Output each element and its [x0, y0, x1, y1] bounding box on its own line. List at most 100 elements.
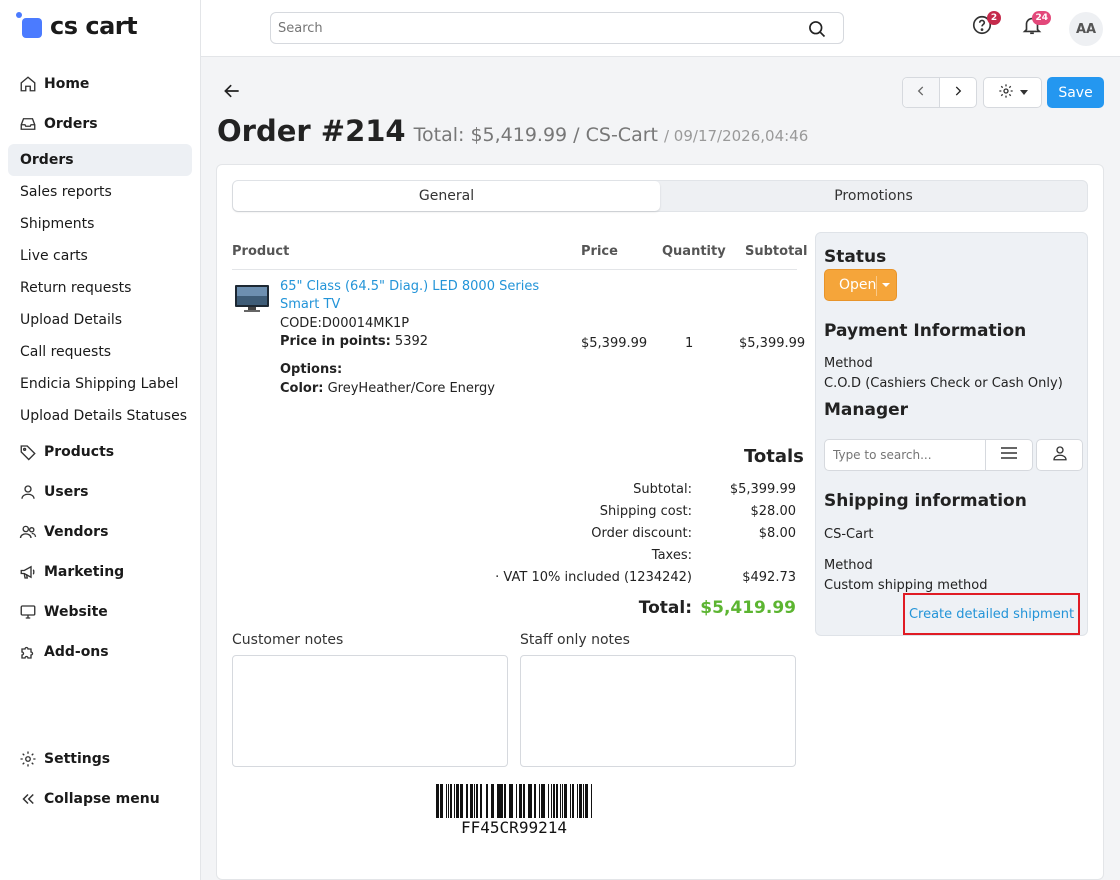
taxes-label: Taxes:	[651, 548, 692, 563]
sidebar-subitem-return-requests[interactable]: Return requests	[8, 272, 192, 304]
barcode-bar	[551, 784, 552, 818]
column-header-product: Product	[232, 244, 290, 259]
create-detailed-shipment-link[interactable]: Create detailed shipment	[903, 593, 1080, 635]
barcode-bar	[460, 784, 463, 818]
customer-notes-textarea[interactable]	[232, 655, 508, 767]
settings-dropdown-button[interactable]	[983, 77, 1042, 108]
users-icon	[18, 522, 38, 542]
barcode-bar	[466, 784, 468, 818]
barcode-bar	[516, 784, 517, 818]
payment-method-label: Method	[824, 356, 873, 371]
shipping-method-value: Custom shipping method	[824, 578, 988, 593]
product-quantity: 1	[685, 336, 694, 351]
collapse-menu-button[interactable]: Collapse menu	[8, 783, 192, 815]
sidebar-subitem-upload-details[interactable]: Upload Details	[8, 304, 192, 336]
home-icon	[18, 74, 38, 94]
sidebar-subitem-endicia-shipping-label[interactable]: Endicia Shipping Label	[8, 368, 192, 400]
user-icon	[1051, 444, 1069, 466]
sidebar-item-label: Return requests	[20, 280, 132, 296]
barcode-bar	[534, 784, 536, 818]
product-color: Color: GreyHeather/Core Energy	[280, 381, 495, 396]
barcode-bar	[450, 784, 452, 818]
barcode-bar	[585, 784, 588, 818]
inbox-icon	[18, 114, 38, 134]
column-header-quantity: Quantity	[662, 244, 726, 259]
vat-label: · VAT 10% included (1234242)	[495, 570, 692, 585]
sidebar-item-orders[interactable]: Orders	[8, 108, 192, 140]
barcode-bar	[591, 784, 592, 818]
color-value: GreyHeather/Core Energy	[327, 381, 495, 396]
bell-icon	[1021, 17, 1043, 40]
logo[interactable]: cs cart	[16, 10, 138, 42]
barcode-bar	[572, 784, 574, 818]
shipping-heading: Shipping information	[824, 491, 1027, 511]
sidebar-item-users[interactable]: Users	[8, 476, 192, 508]
tab-general[interactable]: General	[233, 181, 660, 211]
staff-notes-textarea[interactable]	[520, 655, 796, 767]
previous-order-button[interactable]	[903, 78, 940, 107]
barcode-bar	[583, 784, 584, 818]
tag-icon	[18, 442, 38, 462]
sidebar-item-settings[interactable]: Settings	[8, 743, 192, 775]
color-label: Color:	[280, 381, 324, 396]
sidebar-item-website[interactable]: Website	[8, 596, 192, 628]
back-button[interactable]	[222, 81, 242, 101]
sidebar-item-label: Vendors	[44, 524, 109, 540]
sidebar-item-products[interactable]: Products	[8, 436, 192, 468]
sidebar: cs cart Home Orders Orders Sales reports…	[0, 0, 201, 880]
manager-list-button[interactable]	[985, 439, 1033, 471]
sidebar-item-home[interactable]: Home	[8, 68, 192, 100]
search-input[interactable]	[271, 13, 791, 43]
sidebar-item-label: Marketing	[44, 564, 125, 580]
order-discount-label: Order discount:	[591, 526, 692, 541]
barcode-bar	[491, 784, 492, 818]
tab-promotions[interactable]: Promotions	[660, 181, 1087, 211]
staff-notes-label: Staff only notes	[520, 632, 630, 648]
page-title: Order #214 Total: $5,419.99 / CS-Cart / …	[217, 114, 808, 148]
caret-down-icon	[882, 283, 890, 287]
payment-method-value: C.O.D (Cashiers Check or Cash Only)	[824, 376, 1063, 391]
barcode-bar	[504, 784, 506, 818]
order-total-summary: Total: $5,419.99 / CS-Cart	[413, 124, 658, 146]
logo-text: cs cart	[50, 12, 138, 40]
status-dropdown[interactable]: Open	[824, 269, 897, 301]
puzzle-icon	[18, 642, 38, 662]
shipping-carrier: CS-Cart	[824, 527, 874, 542]
barcode-bar	[470, 784, 473, 818]
search-icon[interactable]	[807, 19, 827, 43]
barcode-bar	[474, 784, 475, 818]
next-order-button[interactable]	[940, 78, 976, 107]
status-heading: Status	[824, 247, 887, 267]
sidebar-item-add-ons[interactable]: Add-ons	[8, 636, 192, 668]
sidebar-item-label: Add-ons	[44, 644, 109, 660]
manager-assign-button[interactable]	[1036, 439, 1083, 471]
sidebar-subitem-orders[interactable]: Orders	[8, 144, 192, 176]
barcode-bar	[512, 784, 513, 818]
totals-heading: Totals	[744, 446, 804, 467]
topbar: 2 24 AA	[201, 0, 1120, 57]
barcode-bar	[553, 784, 555, 818]
sidebar-subitem-call-requests[interactable]: Call requests	[8, 336, 192, 368]
subtotal-label: Subtotal:	[633, 482, 692, 497]
barcode-bar	[448, 784, 449, 818]
barcode-bar	[519, 784, 522, 818]
barcode-image	[436, 784, 592, 818]
notifications-button[interactable]: 24	[1021, 11, 1051, 40]
barcode-bar	[497, 784, 500, 818]
save-button[interactable]: Save	[1047, 77, 1104, 108]
product-name-link[interactable]: 65" Class (64.5" Diag.) LED 8000 Series …	[280, 278, 550, 314]
product-price: $5,399.99	[581, 336, 648, 351]
help-icon	[971, 15, 993, 40]
barcode-text: FF45CR99214	[461, 818, 567, 837]
sidebar-subitem-live-carts[interactable]: Live carts	[8, 240, 192, 272]
sidebar-subitem-upload-details-statuses[interactable]: Upload Details Statuses	[8, 400, 192, 432]
user-icon	[18, 482, 38, 502]
avatar[interactable]: AA	[1069, 12, 1103, 46]
manager-search-input[interactable]	[824, 439, 986, 471]
sidebar-subitem-sales-reports[interactable]: Sales reports	[8, 176, 192, 208]
sidebar-subitem-shipments[interactable]: Shipments	[8, 208, 192, 240]
product-thumbnail[interactable]	[234, 283, 270, 313]
sidebar-item-vendors[interactable]: Vendors	[8, 516, 192, 548]
sidebar-item-marketing[interactable]: Marketing	[8, 556, 192, 588]
help-button[interactable]: 2	[971, 11, 1001, 40]
